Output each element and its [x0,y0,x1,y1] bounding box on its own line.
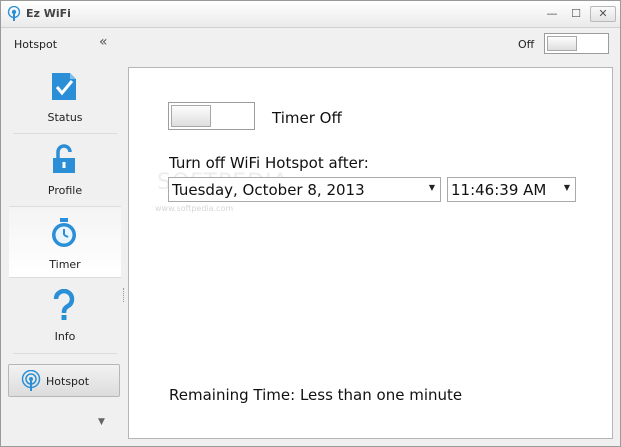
sidebar-item-label: Info [54,330,76,343]
date-value: Tuesday, October 8, 2013 [172,181,365,199]
remaining-time-label: Remaining Time: Less than one minute [169,386,463,404]
minimize-button[interactable]: — [541,6,563,21]
sidebar-item-profile[interactable]: Profile [9,133,121,203]
dropdown-arrow-icon[interactable]: ▼ [564,183,570,192]
date-picker[interactable]: Tuesday, October 8, 2013 ▼ [168,177,441,202]
maximize-button[interactable]: ☐ [565,6,587,21]
dropdown-arrow-icon[interactable]: ▼ [429,183,435,192]
unlock-icon [53,144,75,173]
watermark-url: www.softpedia.com [155,204,234,213]
splitter-grip[interactable] [123,288,127,302]
title-bar: Ez WiFi — ☐ ✕ [1,1,620,28]
toggle-knob [547,36,577,51]
toggle-knob [171,105,211,127]
sidebar-item-label: Status [47,111,83,124]
stopwatch-icon [52,218,76,247]
timer-state-label: Timer Off [272,109,342,127]
timer-panel: Timer Off Turn off WiFi Hotspot after: S… [128,67,613,439]
hotspot-button-label: Hotspot [46,375,90,388]
expand-menu-icon[interactable]: ▼ [98,417,105,427]
section-label: Hotspot [14,38,58,51]
wifi-app-icon [7,6,21,21]
hotspot-button[interactable]: Hotspot [8,364,120,397]
app-window: Ez WiFi — ☐ ✕ Hotspot « Off Status Profi… [0,0,621,447]
window-title: Ez WiFi [26,7,71,20]
sidebar-item-status[interactable]: Status [9,60,121,130]
sidebar-item-timer[interactable]: Timer [9,206,121,278]
collapse-sidebar-icon[interactable]: « [99,34,108,50]
close-button[interactable]: ✕ [590,6,616,22]
sidebar-item-label: Profile [47,184,83,197]
time-value: 11:46:39 AM [451,181,547,199]
time-picker[interactable]: 11:46:39 AM ▼ [447,177,576,202]
checkbox-icon [52,73,76,100]
sidebar-item-label: Timer [49,258,81,271]
divider [13,353,117,354]
header-row: Hotspot « Off [1,28,620,60]
wifi-hotspot-icon [21,370,41,391]
hotspot-state-label: Off [518,38,535,51]
question-icon [53,289,75,320]
hotspot-toggle[interactable] [544,33,609,54]
timer-toggle[interactable] [168,102,255,130]
sidebar-item-info[interactable]: Info [9,279,121,349]
